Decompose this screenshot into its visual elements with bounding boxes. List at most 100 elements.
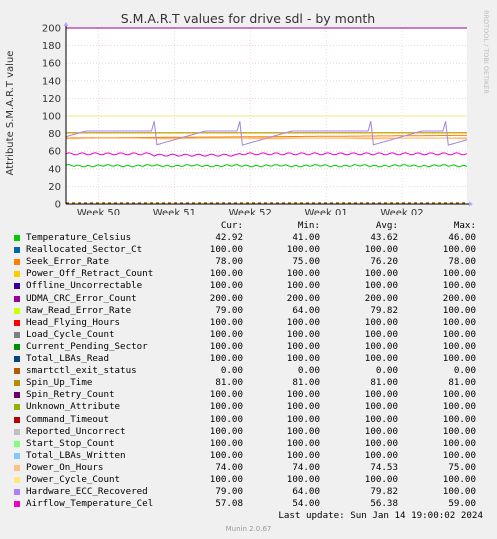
legend-cur: 100.00: [209, 389, 243, 401]
legend-max: 100.00: [442, 486, 476, 498]
legend-row: Total_LBAs_Read 100.00 100.00 100.00 100.00: [0, 353, 497, 365]
legend-row: Head_Flying_Hours 100.00 100.00 100.00 100.0…: [0, 317, 497, 329]
y-tick-label: 60: [48, 147, 61, 158]
legend-row: Unknown_Attribute 100.00 100.00 100.00 100.0…: [0, 401, 497, 413]
legend-swatch: [14, 452, 20, 459]
legend-min: 100.00: [286, 437, 320, 449]
legend-max: 100.00: [442, 304, 476, 316]
legend-cur: 81.00: [215, 377, 243, 389]
legend-max: 100.00: [442, 473, 476, 485]
legend-series-name: Raw_Read_Error_Rate: [26, 304, 132, 316]
legend-max: 100.00: [442, 389, 476, 401]
y-tick-label: 180: [42, 41, 61, 52]
legend-swatch: [14, 476, 20, 483]
version-label: Munin 2.0.67: [225, 525, 272, 533]
legend-min: 100.00: [286, 413, 320, 425]
legend-max: 100.00: [442, 353, 476, 365]
legend-max: 75.00: [448, 461, 476, 473]
legend-cur: 100.00: [209, 437, 243, 449]
legend-swatch: [14, 343, 20, 350]
legend-min: 64.00: [292, 486, 320, 498]
legend-min: 100.00: [286, 244, 320, 256]
legend-swatch: [14, 368, 20, 375]
legend-swatch: [14, 489, 20, 496]
y-tick-label: 200: [42, 24, 61, 35]
legend-avg: 43.62: [370, 232, 398, 244]
legend-max: 100.00: [442, 244, 476, 256]
legend-series-name: Spin_Up_Time: [26, 377, 93, 389]
legend-series-name: Hardware_ECC_Recovered: [26, 486, 148, 498]
y-tick-label: 100: [42, 112, 61, 123]
y-tick-label: 160: [42, 59, 61, 70]
legend-max: 100.00: [442, 401, 476, 413]
legend-min: 75.00: [292, 256, 320, 268]
y-tick-label: 80: [48, 129, 61, 140]
legend-avg: 100.00: [364, 473, 398, 485]
legend-cur: 100.00: [209, 328, 243, 340]
chart-title: S.M.A.R.T values for drive sdl - by mont…: [121, 11, 375, 26]
legend-row: Current_Pending_Sector 100.00 100.00 100.00…: [0, 341, 497, 353]
legend-cur: 100.00: [209, 316, 243, 328]
legend-swatch: [14, 295, 20, 302]
legend-avg: 56.38: [370, 498, 398, 510]
legend-row: Hardware_ECC_Recovered 79.00 64.00 79.82 100…: [0, 486, 497, 498]
y-tick-label: 20: [48, 182, 61, 193]
legend-avg: 81.00: [370, 377, 398, 389]
y-axis-label: Attribute S.M.A.R.T value: [5, 51, 16, 176]
legend-swatch: [14, 392, 20, 399]
legend-series-name: Power_Off_Retract_Count: [26, 268, 154, 280]
legend-series-name: smartctl_exit_status: [26, 365, 137, 377]
legend-avg: 0.00: [375, 365, 398, 377]
legend-min: 100.00: [286, 449, 320, 461]
legend-avg: 100.00: [364, 413, 398, 425]
x-tick-label: Week 52: [229, 208, 272, 215]
legend-series-name: Spin_Retry_Count: [26, 389, 115, 401]
y-tick-label: 140: [42, 76, 61, 87]
legend-series-name: Offline_Uncorrectable: [26, 280, 143, 292]
legend-cur: 100.00: [209, 401, 243, 413]
legend-min: 100.00: [286, 353, 320, 365]
legend-swatch: [14, 247, 20, 254]
legend-avg: 100.00: [364, 401, 398, 413]
legend-avg: 76.20: [370, 256, 398, 268]
y-tick-label: 0: [55, 200, 61, 211]
legend-series-name: Power_Cycle_Count: [26, 473, 121, 485]
y-axis-arrow: [63, 22, 69, 26]
legend-row: Start_Stop_Count 100.00 100.00 100.00 100.00: [0, 438, 497, 450]
legend-min: 74.00: [292, 461, 320, 473]
legend-min: 41.00: [292, 232, 320, 244]
legend-max: 100.00: [442, 328, 476, 340]
legend-avg: 100.00: [364, 449, 398, 461]
legend-series-name: Total_LBAs_Read: [26, 353, 109, 365]
legend-row: Total_LBAs_Written 100.00 100.00 100.00 100.…: [0, 450, 497, 462]
last-update: Last update: Sun Jan 14 19:00:02 2024: [278, 510, 483, 521]
legend-row: Power_Cycle_Count 100.00 100.00 100.00 100.0…: [0, 474, 497, 486]
legend-min: 0.00: [297, 365, 320, 377]
legend-avg: 100.00: [364, 268, 398, 280]
legend-series-name: Head_Flying_Hours: [26, 316, 121, 328]
legend-max: 100.00: [442, 316, 476, 328]
x-axis-arrow: [469, 201, 473, 207]
y-tick-label: 40: [48, 164, 61, 175]
legend-cur: 0.00: [220, 365, 243, 377]
legend-row: Seek_Error_Rate 78.00 75.00 76.20 78.00: [0, 256, 497, 268]
legend-swatch: [14, 271, 20, 278]
legend-max: 100.00: [442, 449, 476, 461]
legend-cur: 100.00: [209, 473, 243, 485]
legend-series-name: Reported_Uncorrect: [26, 425, 126, 437]
legend-swatch: [14, 356, 20, 363]
legend-avg: 79.82: [370, 304, 398, 316]
legend-row: Reported_Uncorrect 100.00 100.00 100.00 100.…: [0, 426, 497, 438]
legend-avg: 100.00: [364, 389, 398, 401]
legend-series-name: Start_Stop_Count: [26, 437, 115, 449]
y-tick-label: 120: [42, 94, 61, 105]
legend-swatch: [14, 501, 20, 508]
legend-max: 78.00: [448, 256, 476, 268]
legend-series-name: Seek_Error_Rate: [26, 256, 109, 268]
legend-swatch: [14, 428, 20, 435]
legend-cur: 100.00: [209, 340, 243, 352]
legend-max: 100.00: [442, 268, 476, 280]
legend-row: Command_Timeout 100.00 100.00 100.00 100.00: [0, 414, 497, 426]
legend-swatch: [14, 404, 20, 411]
legend-min: 100.00: [286, 473, 320, 485]
